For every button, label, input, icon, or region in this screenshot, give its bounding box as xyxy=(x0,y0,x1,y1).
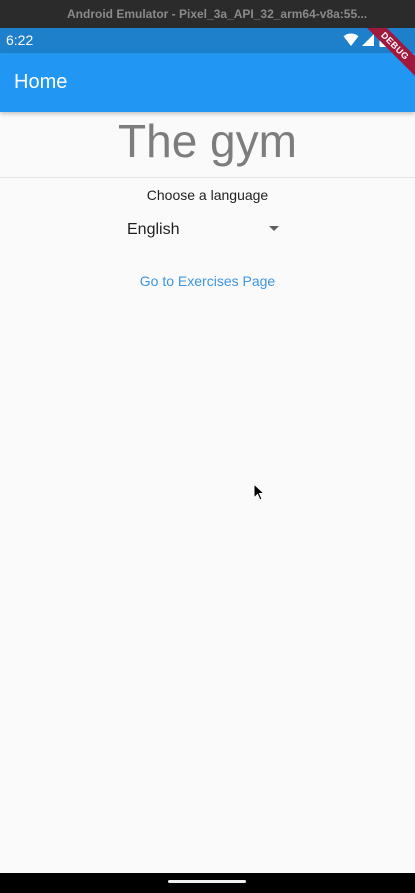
mouse-pointer-icon xyxy=(253,482,266,506)
home-indicator[interactable] xyxy=(168,880,246,883)
device-screen: 6:22 Home DEBUG The gym Choose a languag… xyxy=(0,28,415,893)
app-bar: Home xyxy=(0,53,415,112)
app-bar-title: Home xyxy=(14,71,68,93)
navigation-gesture-bar xyxy=(0,873,415,893)
signal-icon xyxy=(361,33,375,52)
go-to-exercises-button[interactable]: Go to Exercises Page xyxy=(0,272,415,290)
title-divider xyxy=(0,177,415,178)
status-bar: 6:22 xyxy=(0,28,415,53)
language-label: Choose a language xyxy=(146,187,269,203)
emulator-title-bar: Android Emulator - Pixel_3a_API_32_arm64… xyxy=(0,0,415,28)
language-dropdown[interactable]: English xyxy=(127,218,283,242)
language-selected-value: English xyxy=(127,221,180,238)
status-time: 6:22 xyxy=(6,32,34,48)
emulator-title: Android Emulator - Pixel_3a_API_32_arm64… xyxy=(67,7,368,21)
wifi-icon xyxy=(343,33,359,52)
page-title: The gym xyxy=(118,115,297,167)
dropdown-arrow-icon xyxy=(269,226,279,231)
